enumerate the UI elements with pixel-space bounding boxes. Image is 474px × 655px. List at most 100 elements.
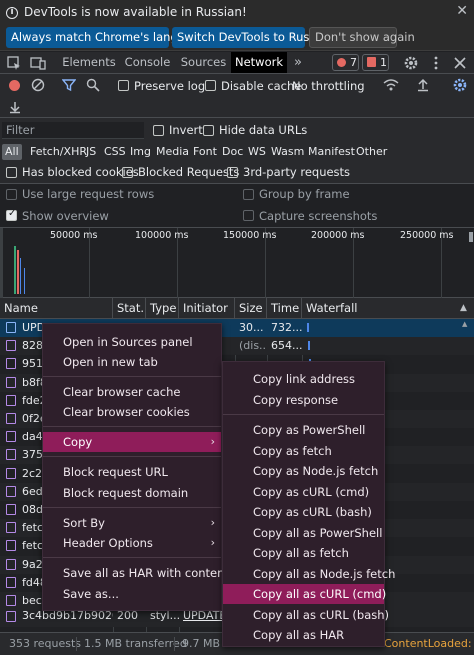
tab-sources[interactable]: Sources (176, 52, 231, 73)
menu-item-clear-cache[interactable]: Clear browser cache (43, 382, 221, 402)
overview-left-handle[interactable] (0, 228, 3, 298)
menu-item-copy-as-fetch[interactable]: Copy as fetch (223, 441, 384, 461)
overview-request-bar (24, 268, 25, 294)
disable-cache-label: Disable cache (221, 79, 302, 93)
type-filter-wasm[interactable]: Wasm (268, 144, 307, 160)
search-icon[interactable] (86, 78, 100, 92)
column-header-size[interactable]: Size (235, 298, 267, 318)
dont-show-again-button[interactable]: Don't show again (309, 27, 415, 48)
tab-console[interactable]: Console (121, 52, 174, 73)
filter-icon[interactable] (62, 78, 76, 92)
timeline-overview[interactable]: 50000 ms 100000 ms 150000 ms 200000 ms 2… (0, 228, 474, 298)
column-header-name[interactable]: Name (0, 298, 113, 318)
overview-right-handle[interactable] (469, 232, 473, 242)
throttling-select[interactable]: No throttling (292, 79, 365, 93)
import-har-icon[interactable] (416, 78, 430, 92)
filter-bar: Filter Invert Hide data URLs All Fetch/X… (0, 118, 474, 184)
hide-data-urls-checkbox[interactable] (203, 125, 214, 136)
menu-item-copy-as-curl-bash[interactable]: Copy as cURL (bash) (223, 502, 384, 522)
column-header-waterfall[interactable]: Waterfall (302, 298, 474, 318)
large-rows-checkbox[interactable] (6, 189, 17, 200)
menu-item-copy-all-as-fetch[interactable]: Copy all as fetch (223, 543, 384, 563)
warning-count-badge[interactable]: 1 (362, 54, 389, 71)
network-conditions-icon[interactable] (383, 78, 399, 92)
record-icon[interactable] (9, 80, 20, 91)
fetch-file-icon (6, 467, 16, 479)
menu-item-open-in-new-tab[interactable]: Open in new tab (43, 352, 221, 372)
close-icon[interactable]: ✕ (456, 3, 468, 19)
network-settings-gear-icon[interactable] (452, 77, 468, 93)
error-count-badge[interactable]: 7 (332, 54, 359, 71)
inspect-element-icon[interactable] (6, 55, 22, 71)
request-context-menu: Open in Sources panel Open in new tab Cl… (42, 323, 229, 611)
type-filter-doc[interactable]: Doc (219, 144, 246, 160)
type-filter-media[interactable]: Media (153, 144, 192, 160)
table-header: Name Stat... Type Initiator Size Time Wa… (0, 298, 474, 319)
menu-item-save-as[interactable]: Save as... (43, 584, 221, 604)
menu-item-copy-all-as-har[interactable]: Copy all as HAR (223, 625, 384, 645)
request-size: 30... (239, 321, 264, 334)
more-tabs-button[interactable]: » (290, 52, 306, 73)
type-filter-fetch-xhr[interactable]: Fetch/XHR (27, 144, 90, 160)
preserve-log-checkbox[interactable] (118, 80, 129, 91)
menu-item-save-har[interactable]: Save all as HAR with content (43, 563, 229, 583)
type-filter-font[interactable]: Font (190, 144, 220, 160)
menu-item-copy-all-as-nodejs-fetch[interactable]: Copy all as Node.js fetch (223, 564, 395, 584)
disable-cache-checkbox[interactable] (205, 80, 216, 91)
close-devtools-icon[interactable] (452, 55, 468, 71)
column-header-initiator[interactable]: Initiator (179, 298, 235, 318)
switch-to-russian-button[interactable]: Switch DevTools to Russian (172, 27, 333, 48)
type-filter-js[interactable]: JS (83, 144, 99, 160)
menu-item-copy-as-powershell[interactable]: Copy as PowerShell (223, 420, 384, 440)
gear-icon[interactable] (403, 55, 419, 71)
type-filter-other[interactable]: Other (353, 144, 390, 160)
tab-elements[interactable]: Elements (57, 52, 121, 73)
column-header-status[interactable]: Stat... (113, 298, 146, 318)
menu-item-copy[interactable]: Copy › (43, 432, 221, 452)
menu-item-block-domain[interactable]: Block request domain (43, 483, 221, 503)
kebab-menu-icon[interactable] (428, 55, 444, 71)
show-overview-checkbox[interactable] (6, 208, 17, 221)
document-file-icon (6, 322, 16, 333)
menu-item-copy-as-curl-cmd[interactable]: Copy as cURL (cmd) (223, 482, 384, 502)
menu-item-copy-all-as-curl-cmd[interactable]: Copy all as cURL (cmd) (223, 584, 386, 604)
menu-item-copy-all-as-curl-bash[interactable]: Copy all as cURL (bash) (223, 605, 389, 625)
export-har-icon[interactable] (8, 100, 22, 114)
menu-item-copy-all-as-powershell[interactable]: Copy all as PowerShell (223, 523, 384, 543)
type-filter-all[interactable]: All (2, 144, 22, 160)
has-blocked-cookies-checkbox[interactable] (6, 167, 17, 178)
group-by-frame-checkbox[interactable] (243, 189, 254, 200)
menu-item-copy-response[interactable]: Copy response (223, 390, 384, 410)
waterfall-bar (308, 341, 310, 351)
invert-checkbox[interactable] (153, 125, 164, 136)
show-overview-label: Show overview (22, 209, 109, 223)
column-header-type[interactable]: Type (146, 298, 179, 318)
device-toolbar-icon[interactable] (30, 55, 46, 71)
type-filter-ws[interactable]: WS (245, 144, 269, 160)
overview-tick-label: 200000 ms (311, 230, 365, 241)
menu-item-header-options[interactable]: Header Options › (43, 533, 221, 553)
menu-item-clear-cookies[interactable]: Clear browser cookies (43, 402, 221, 422)
menu-item-sort-by[interactable]: Sort By › (43, 513, 221, 533)
clear-icon[interactable] (31, 78, 45, 92)
language-infobar: i DevTools is now available in Russian! … (0, 0, 474, 51)
menu-item-copy-link-address[interactable]: Copy link address (223, 369, 384, 389)
overview-request-bar (17, 250, 19, 294)
capture-screenshots-checkbox[interactable] (243, 210, 254, 221)
fetch-file-icon (6, 358, 16, 370)
type-filter-manifest[interactable]: Manifest (305, 144, 358, 160)
scroll-up-arrow-icon[interactable]: ▲ (462, 320, 470, 328)
tab-network[interactable]: Network (231, 52, 287, 73)
third-party-checkbox[interactable] (227, 167, 238, 178)
menu-item-copy-as-nodejs-fetch[interactable]: Copy as Node.js fetch (223, 461, 384, 481)
filter-input[interactable]: Filter (2, 122, 144, 139)
blocked-requests-checkbox[interactable] (122, 167, 133, 178)
menu-item-block-url[interactable]: Block request URL (43, 462, 221, 482)
always-match-language-button[interactable]: Always match Chrome's language (6, 27, 206, 48)
type-filter-css[interactable]: CSS (101, 144, 129, 160)
menu-item-open-in-sources[interactable]: Open in Sources panel (43, 332, 221, 352)
third-party-label: 3rd-party requests (243, 165, 351, 179)
type-filter-img[interactable]: Img (127, 144, 154, 160)
fetch-file-icon (6, 340, 16, 352)
column-header-time[interactable]: Time (267, 298, 302, 318)
